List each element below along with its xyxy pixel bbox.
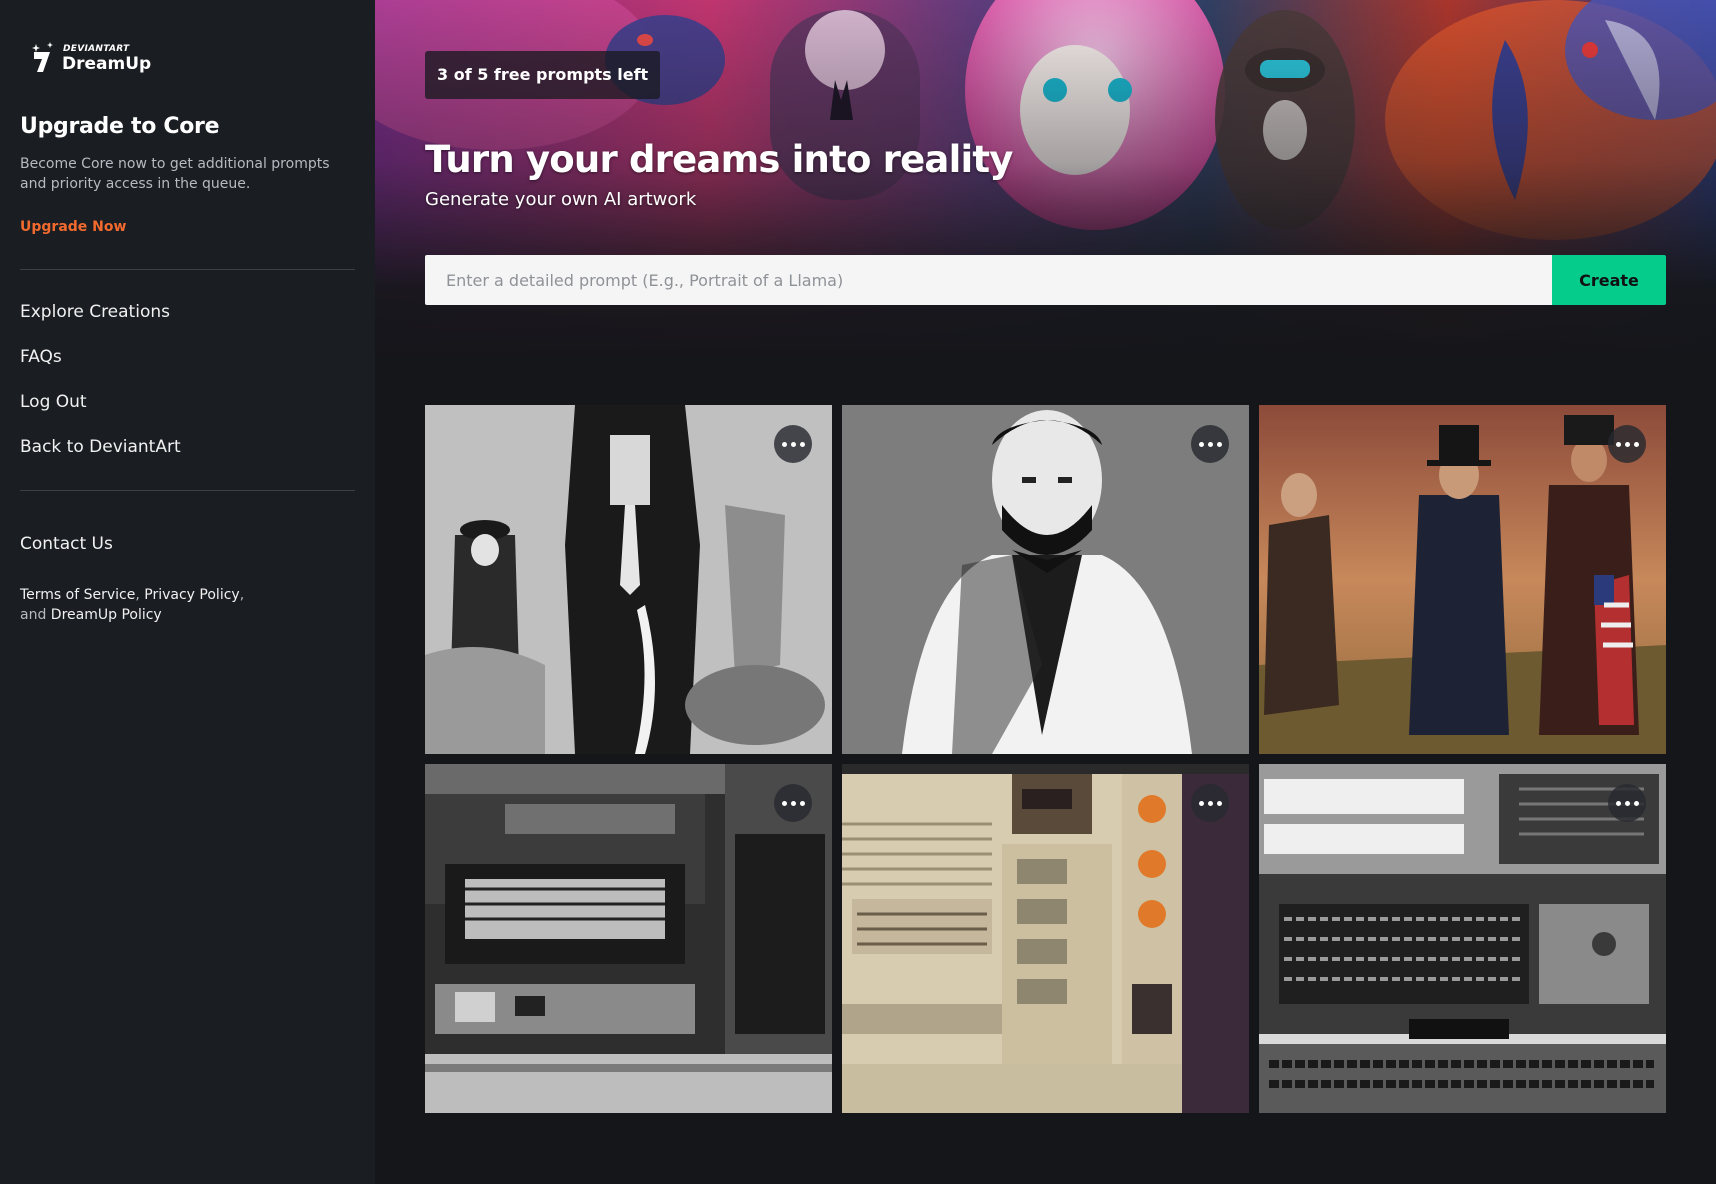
more-options-button[interactable] [1608, 784, 1646, 822]
upgrade-title: Upgrade to Core [20, 114, 220, 139]
more-options-button[interactable] [774, 425, 812, 463]
legal-separator: , [239, 587, 245, 603]
gallery-item[interactable] [425, 764, 832, 1113]
dot-icon [799, 441, 805, 447]
sidebar: DEVIANTART DreamUp Upgrade to Core Becom… [0, 0, 375, 1184]
dot-icon [1216, 800, 1222, 806]
nav-explore-creations[interactable]: Explore Creations [20, 302, 170, 322]
dot-icon [1216, 441, 1222, 447]
dot-icon [1198, 800, 1204, 806]
dot-icon [1624, 441, 1630, 447]
dot-icon [1207, 441, 1213, 447]
dot-icon [1624, 800, 1630, 806]
dot-icon [1633, 441, 1639, 447]
gallery-image [842, 764, 1249, 1113]
dreamup-logo[interactable]: DEVIANTART DreamUp [30, 40, 170, 76]
dot-icon [790, 800, 796, 806]
upgrade-now-link[interactable]: Upgrade Now [20, 219, 126, 235]
more-options-button[interactable] [1608, 425, 1646, 463]
gallery-item[interactable] [1259, 764, 1666, 1113]
upgrade-description: Become Core now to get additional prompt… [20, 156, 330, 192]
free-prompts-badge: 3 of 5 free prompts left [425, 51, 661, 99]
gallery-item[interactable] [842, 764, 1249, 1113]
hero-subtitle: Generate your own AI artwork [425, 189, 697, 210]
dot-icon [1198, 441, 1204, 447]
dot-icon [790, 441, 796, 447]
dreamup-logo-icon [32, 42, 53, 72]
nav-faqs[interactable]: FAQs [20, 347, 62, 367]
dot-icon [1633, 800, 1639, 806]
dot-icon [1207, 800, 1213, 806]
hero-title: Turn your dreams into reality [425, 138, 1013, 181]
privacy-policy-link[interactable]: Privacy Policy [144, 587, 239, 603]
prompt-bar: Create [425, 255, 1666, 305]
gallery-item[interactable] [1259, 405, 1666, 754]
dreamup-policy-link[interactable]: DreamUp Policy [51, 607, 162, 623]
hero-banner: 3 of 5 free prompts left Turn your dream… [375, 0, 1716, 360]
gallery-image [1259, 405, 1666, 754]
nav-back-to-deviantart[interactable]: Back to DeviantArt [20, 437, 181, 457]
app-root: DEVIANTART DreamUp Upgrade to Core Becom… [0, 0, 1716, 1184]
gallery-image [425, 764, 832, 1113]
logo-dreamup-text: DreamUp [62, 54, 152, 74]
gallery-image [425, 405, 832, 754]
nav-contact-us[interactable]: Contact Us [20, 534, 113, 554]
more-options-button[interactable] [774, 784, 812, 822]
dot-icon [781, 800, 787, 806]
more-options-button[interactable] [1191, 425, 1229, 463]
gallery-image [1259, 764, 1666, 1113]
sidebar-divider [20, 269, 355, 270]
gallery-grid [425, 405, 1666, 1115]
legal-links: Terms of Service, Privacy Policy, and Dr… [20, 585, 320, 625]
main-content: 3 of 5 free prompts left Turn your dream… [375, 0, 1716, 1184]
logo-deviantart-text: DEVIANTART [63, 44, 130, 54]
more-options-button[interactable] [1191, 784, 1229, 822]
legal-and-text: and [20, 607, 47, 623]
dot-icon [1615, 800, 1621, 806]
dot-icon [781, 441, 787, 447]
sidebar-divider [20, 490, 355, 491]
prompt-input[interactable] [425, 255, 1552, 305]
gallery-image [842, 405, 1249, 754]
dot-icon [799, 800, 805, 806]
legal-separator: , [135, 587, 145, 603]
nav-log-out[interactable]: Log Out [20, 392, 87, 412]
terms-of-service-link[interactable]: Terms of Service [20, 587, 135, 603]
dot-icon [1615, 441, 1621, 447]
gallery-item[interactable] [842, 405, 1249, 754]
create-button[interactable]: Create [1552, 255, 1666, 305]
gallery-item[interactable] [425, 405, 832, 754]
